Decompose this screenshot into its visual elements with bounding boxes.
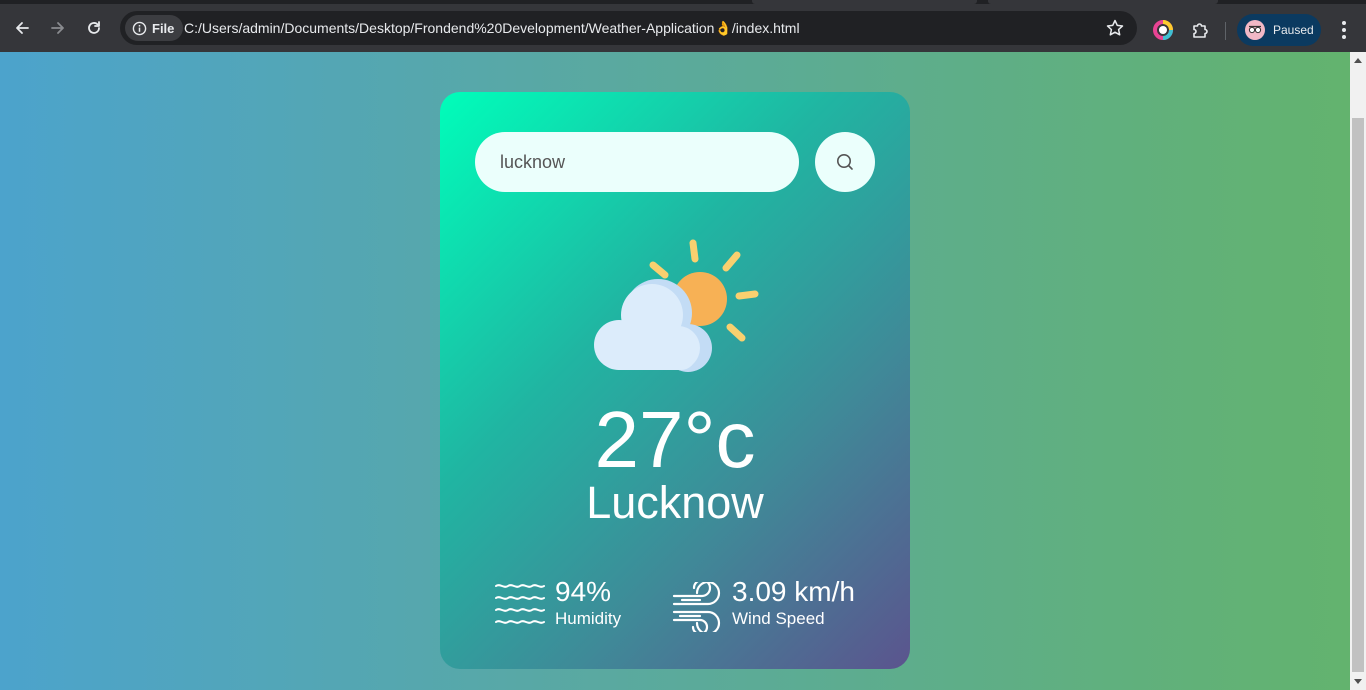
city-search-input[interactable] bbox=[475, 132, 799, 192]
scroll-up-icon[interactable] bbox=[1354, 58, 1362, 63]
scrollbar-thumb[interactable] bbox=[1352, 118, 1364, 672]
menu-dot-icon bbox=[1342, 21, 1346, 25]
humidity-value: 94% bbox=[555, 576, 612, 607]
city-name: Lucknow bbox=[586, 477, 764, 528]
reload-icon bbox=[88, 21, 100, 34]
browser-menu-button[interactable] bbox=[1334, 18, 1354, 42]
wind-icon bbox=[672, 582, 721, 632]
search-icon bbox=[837, 154, 853, 170]
extensions-puzzle-icon[interactable] bbox=[1190, 20, 1210, 40]
wind-speed-label: Wind Speed bbox=[732, 609, 825, 628]
wind-speed-value: 3.09 km/h bbox=[732, 576, 855, 607]
browser-toolbar: File C:/Users/admin/Documents/Desktop/Fr… bbox=[0, 4, 1366, 52]
address-bar[interactable]: File C:/Users/admin/Documents/Desktop/Fr… bbox=[120, 11, 1137, 45]
search-button[interactable] bbox=[815, 132, 875, 192]
humidity-label: Humidity bbox=[555, 609, 622, 628]
color-extension-icon[interactable] bbox=[1153, 20, 1173, 40]
site-info-chip[interactable]: File bbox=[125, 15, 184, 41]
url-text[interactable]: C:/Users/admin/Documents/Desktop/Fronden… bbox=[184, 11, 800, 45]
forward-button[interactable] bbox=[42, 12, 74, 44]
humidity-waves-icon bbox=[495, 584, 545, 624]
back-button[interactable] bbox=[6, 12, 38, 44]
wind-detail: 3.09 km/h Wind Speed bbox=[672, 576, 855, 632]
humidity-detail: 94% Humidity bbox=[495, 576, 621, 629]
arrow-left-icon bbox=[16, 22, 29, 34]
wind-text: 3.09 km/h Wind Speed bbox=[732, 576, 855, 629]
info-icon bbox=[132, 21, 147, 35]
bookmark-star-icon[interactable] bbox=[1105, 18, 1125, 38]
page-viewport: 27°c Lucknow 94% Humidity bbox=[0, 52, 1350, 690]
temperature-value: 27°c bbox=[594, 395, 756, 484]
menu-dot-icon bbox=[1342, 28, 1346, 32]
scroll-down-icon[interactable] bbox=[1354, 679, 1362, 684]
weather-card: 27°c Lucknow 94% Humidity bbox=[440, 92, 910, 669]
file-scheme-label: File bbox=[152, 20, 175, 36]
toolbar-divider bbox=[1225, 22, 1226, 40]
sun-behind-cloud-icon bbox=[594, 239, 759, 372]
arrow-right-icon bbox=[51, 22, 64, 34]
page-scrollbar[interactable] bbox=[1350, 52, 1366, 690]
profile-button[interactable]: Paused bbox=[1237, 14, 1321, 46]
profile-status: Paused bbox=[1273, 23, 1314, 37]
menu-dot-icon bbox=[1342, 35, 1346, 39]
humidity-text: 94% Humidity bbox=[555, 576, 621, 629]
reload-button[interactable] bbox=[78, 12, 110, 44]
avatar bbox=[1245, 20, 1265, 40]
avatar-face-icon bbox=[1248, 25, 1262, 34]
